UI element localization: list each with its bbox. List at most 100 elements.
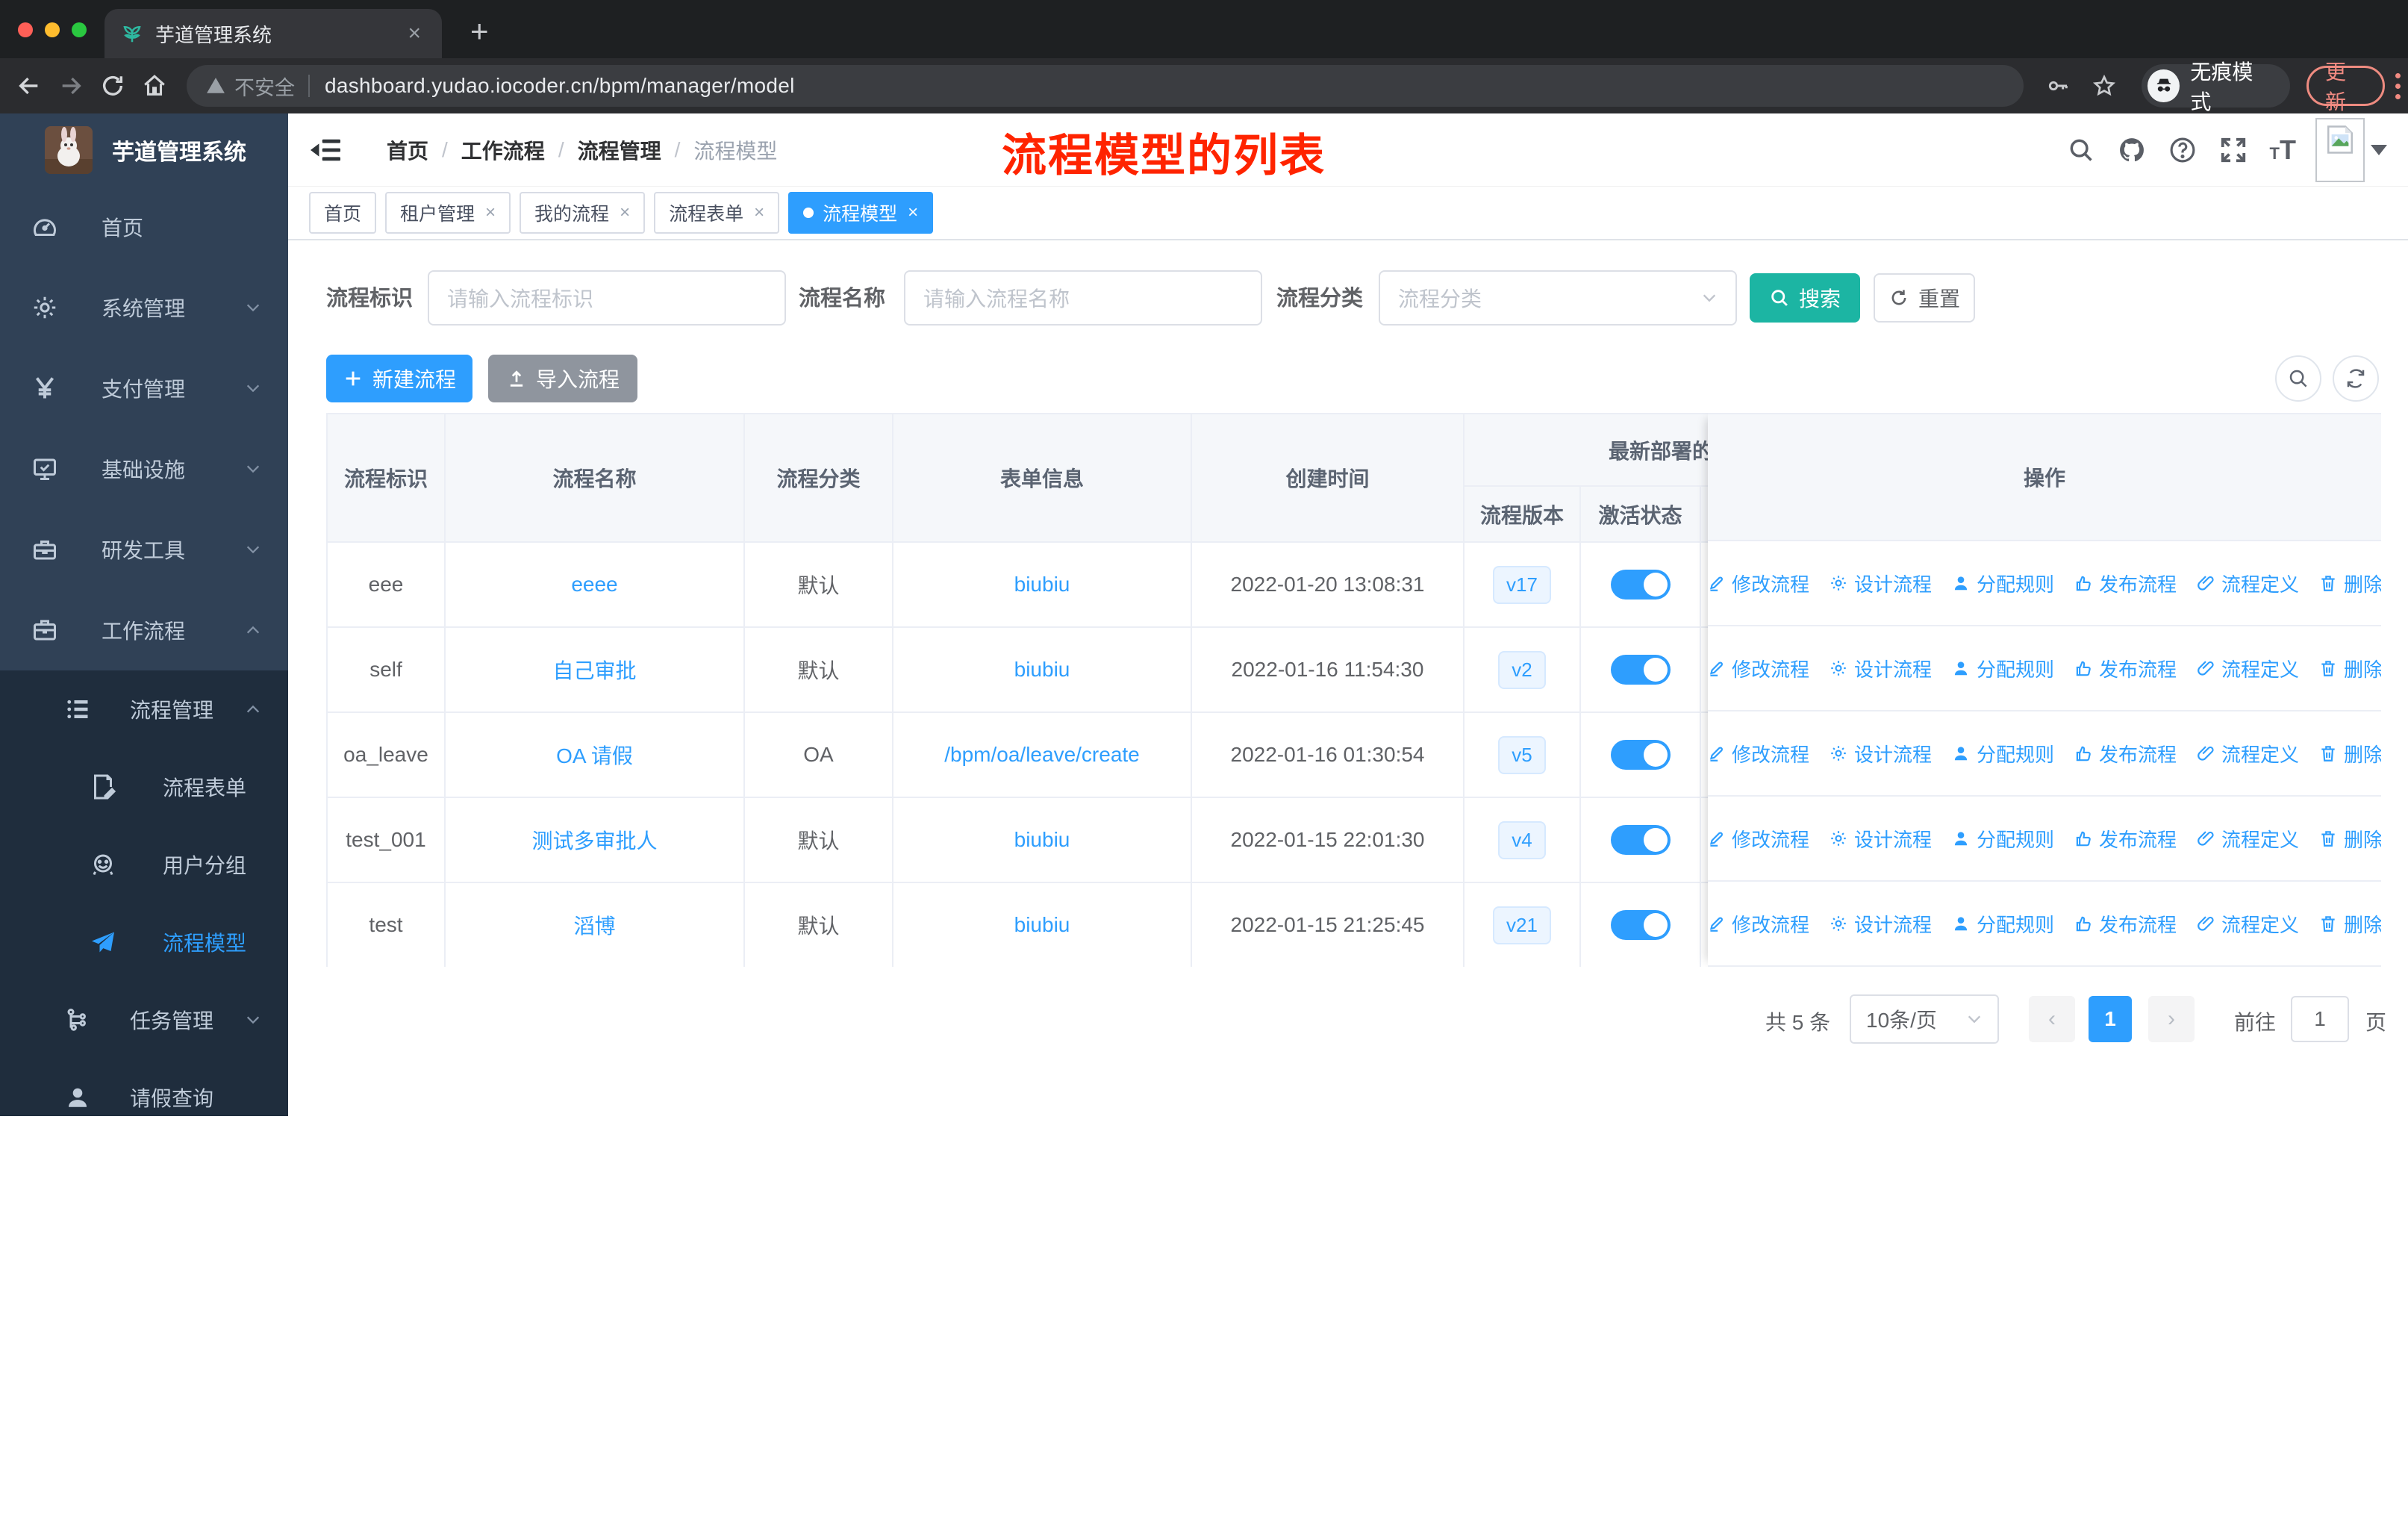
action-设计流程[interactable]: 设计流程 [1829,655,1932,682]
action-流程定义[interactable]: 流程定义 [2196,570,2299,597]
fullscreen-icon[interactable] [2219,136,2248,164]
sidebar-item-流程管理[interactable]: 流程管理 [0,670,288,748]
action-分配规则[interactable]: 分配规则 [1951,825,2054,853]
active-toggle[interactable] [1610,740,1671,770]
sidebar-item-首页[interactable]: 首页 [0,187,288,267]
action-设计流程[interactable]: 设计流程 [1829,570,1932,597]
sidebar-item-系统管理[interactable]: 系统管理 [0,267,288,348]
tag-首页[interactable]: 首页 [309,192,377,234]
github-icon[interactable] [2118,136,2146,164]
password-key-icon[interactable] [2046,74,2070,98]
tag-租户管理[interactable]: 租户管理 × [385,192,511,234]
sidebar-item-工作流程[interactable]: 工作流程 [0,590,288,670]
action-删除[interactable]: 删除 [2318,655,2381,682]
show-search-toggle-button[interactable] [2275,355,2321,402]
cell-form-link[interactable]: biubiu [892,541,1192,628]
action-删除[interactable]: 删除 [2318,570,2381,597]
font-size-icon[interactable]: TT [2270,134,2296,166]
action-修改流程[interactable]: 修改流程 [1706,570,1809,597]
cell-process-name-link[interactable]: eeee [444,541,745,628]
breadcrumb-process-manage[interactable]: 流程管理 [578,135,661,165]
reload-icon[interactable] [100,73,125,99]
back-icon[interactable] [16,73,42,99]
action-流程定义[interactable]: 流程定义 [2196,910,2299,938]
minimize-window-button[interactable] [45,22,60,37]
active-toggle[interactable] [1610,655,1671,685]
tag-流程表单[interactable]: 流程表单 × [654,192,780,234]
sidebar-item-请假查询[interactable]: 请假查询 [0,1059,288,1136]
action-删除[interactable]: 删除 [2318,825,2381,853]
action-流程定义[interactable]: 流程定义 [2196,825,2299,853]
action-发布流程[interactable]: 发布流程 [2074,570,2177,597]
cell-process-name-link[interactable]: 测试多审批人 [444,797,745,883]
filter-id-input[interactable]: 请输入流程标识 [428,270,786,326]
action-设计流程[interactable]: 设计流程 [1829,740,1932,767]
help-icon[interactable] [2168,136,2197,164]
action-修改流程[interactable]: 修改流程 [1706,740,1809,767]
security-label[interactable]: 不安全 [234,72,295,101]
cell-process-name-link[interactable]: 自己审批 [444,626,745,713]
tag-close-icon[interactable]: × [754,202,764,223]
action-发布流程[interactable]: 发布流程 [2074,825,2177,853]
sidebar-item-流程模型[interactable]: 流程模型 [0,903,288,981]
tag-流程模型[interactable]: 流程模型 × [788,192,934,234]
action-分配规则[interactable]: 分配规则 [1951,570,2054,597]
sidebar-item-用户分组[interactable]: 用户分组 [0,826,288,903]
action-删除[interactable]: 删除 [2318,740,2381,767]
tag-我的流程[interactable]: 我的流程 × [520,192,646,234]
action-设计流程[interactable]: 设计流程 [1829,910,1932,938]
sidebar-item-支付管理[interactable]: 支付管理 [0,348,288,429]
action-流程定义[interactable]: 流程定义 [2196,655,2299,682]
action-分配规则[interactable]: 分配规则 [1951,910,2054,938]
incognito-badge[interactable]: 无痕模式 [2142,60,2291,113]
new-tab-button[interactable]: + [470,13,489,49]
active-toggle[interactable] [1610,910,1671,940]
filter-category-select[interactable]: 流程分类 [1379,270,1737,326]
cell-form-link[interactable]: biubiu [892,626,1192,713]
active-toggle[interactable] [1610,825,1671,855]
action-流程定义[interactable]: 流程定义 [2196,740,2299,767]
forward-icon[interactable] [58,73,84,99]
close-window-button[interactable] [18,22,33,37]
address-bar[interactable]: 不安全 dashboard.yudao.iocoder.cn/bpm/manag… [187,65,2024,107]
cell-form-link[interactable]: biubiu [892,882,1192,967]
avatar-caret-icon[interactable] [2371,145,2387,155]
browser-tab[interactable]: 芋道管理系统 × [105,9,442,58]
next-page-button[interactable]: › [2148,996,2195,1042]
action-删除[interactable]: 删除 [2318,910,2381,938]
breadcrumb-workflow[interactable]: 工作流程 [461,135,545,165]
tag-close-icon[interactable]: × [908,202,918,223]
sidebar-item-任务管理[interactable]: 任务管理 [0,981,288,1059]
action-修改流程[interactable]: 修改流程 [1706,910,1809,938]
sidebar-fold-icon[interactable] [311,137,340,164]
sidebar-item-流程表单[interactable]: 流程表单 [0,748,288,826]
import-process-button[interactable]: 导入流程 [488,355,637,402]
cell-process-name-link[interactable]: OA 请假 [444,711,745,798]
refresh-table-button[interactable] [2333,355,2379,402]
action-修改流程[interactable]: 修改流程 [1706,825,1809,853]
tag-close-icon[interactable]: × [620,202,630,223]
action-发布流程[interactable]: 发布流程 [2074,740,2177,767]
cell-form-link[interactable]: /bpm/oa/leave/create [892,711,1192,798]
create-process-button[interactable]: 新建流程 [326,355,472,402]
bookmark-star-icon[interactable] [2092,74,2116,98]
action-发布流程[interactable]: 发布流程 [2074,655,2177,682]
action-设计流程[interactable]: 设计流程 [1829,825,1932,853]
breadcrumb-home[interactable]: 首页 [387,135,428,165]
cell-process-name-link[interactable]: 滔博 [444,882,745,967]
sidebar-logo-row[interactable]: 芋道管理系统 [0,113,288,187]
current-page-button[interactable]: 1 [2089,996,2132,1042]
macos-traffic-lights[interactable] [18,22,87,37]
reset-button[interactable]: 重置 [1874,273,1975,323]
action-修改流程[interactable]: 修改流程 [1706,655,1809,682]
action-分配规则[interactable]: 分配规则 [1951,740,2054,767]
avatar[interactable] [2315,118,2365,182]
search-icon[interactable] [2067,136,2095,164]
cell-form-link[interactable]: biubiu [892,797,1192,883]
search-button[interactable]: 搜索 [1750,273,1860,323]
home-icon[interactable] [142,73,167,99]
filter-name-input[interactable]: 请输入流程名称 [904,270,1262,326]
page-url[interactable]: dashboard.yudao.iocoder.cn/bpm/manager/m… [325,74,795,98]
action-发布流程[interactable]: 发布流程 [2074,910,2177,938]
sidebar-item-基础设施[interactable]: 基础设施 [0,429,288,509]
